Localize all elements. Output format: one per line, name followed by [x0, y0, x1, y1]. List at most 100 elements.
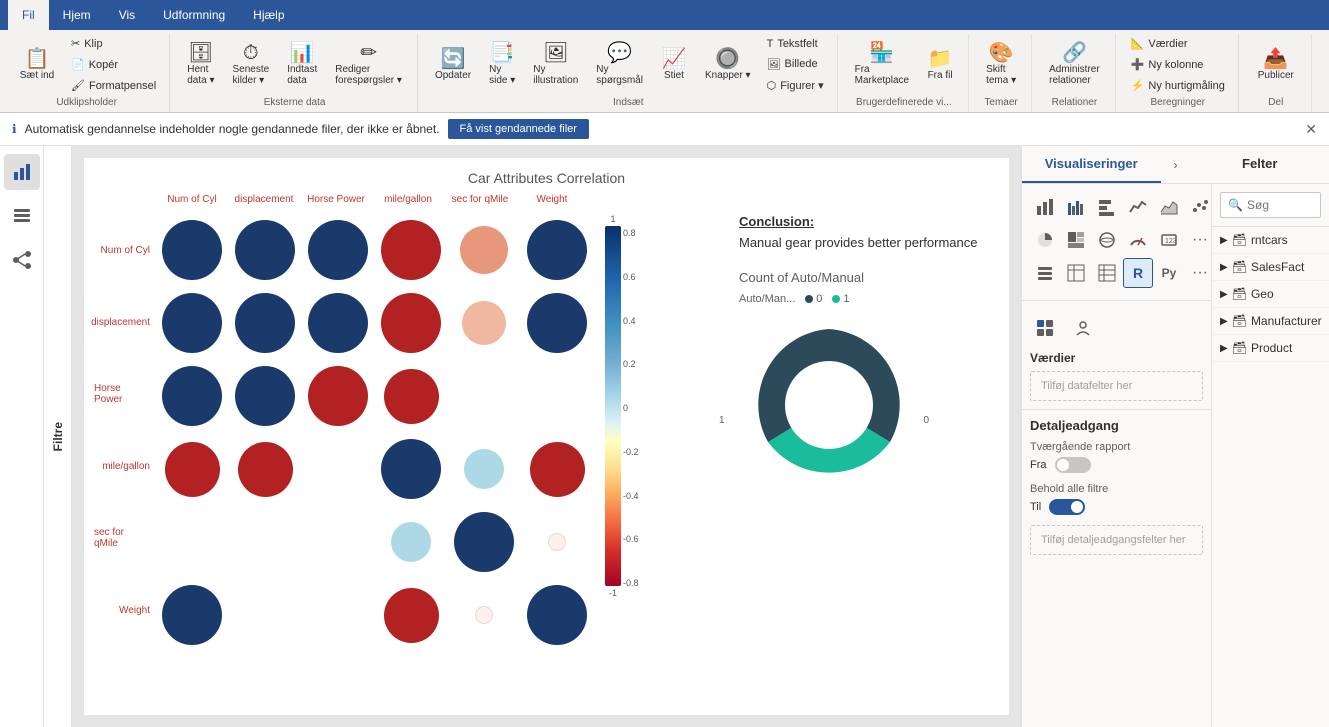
conclusion-block: Conclusion: Manual gear provides better … [739, 214, 979, 250]
ny-side-button[interactable]: 📑 Nyside ▾ [482, 40, 522, 89]
viz-stacked-bar[interactable] [1030, 192, 1060, 222]
tab-felter[interactable]: Felter [1191, 146, 1329, 183]
viz-area-chart[interactable] [1154, 192, 1184, 222]
viz-bar-chart[interactable] [1092, 192, 1122, 222]
viz-gauge[interactable] [1123, 225, 1153, 255]
publicer-icon: 📤 [1263, 49, 1288, 69]
field-group-salesfact-header[interactable]: ▶ 🗃 SalesFact [1212, 254, 1329, 280]
fields-search-container: 🔍 [1212, 184, 1329, 227]
viz-card[interactable]: 123 [1154, 225, 1184, 255]
cell-1-0 [156, 287, 228, 359]
cell-4-3 [375, 506, 447, 578]
billede-button[interactable]: 🖼 Billede [762, 55, 829, 74]
seneste-kilder-button[interactable]: ⏱ Senestekilder ▾ [226, 40, 277, 89]
temaer-content: 🎨 Skifttema ▾ [979, 34, 1023, 95]
field-group-geo-label: Geo [1251, 287, 1274, 301]
indtast-data-button[interactable]: 📊 Indtastdata [280, 40, 324, 89]
stiet-button[interactable]: 📈 Stiet [654, 46, 694, 84]
saet-ind-icon: 📋 [25, 49, 50, 69]
ribbon-group-indsaet: 🔄 Opdater 📑 Nyside ▾ 🖼 Nyillustration 💬 … [420, 34, 838, 112]
model-view-icon[interactable] [4, 242, 40, 278]
table-icon-product: 🗃 [1232, 341, 1247, 355]
viz-map[interactable] [1092, 225, 1122, 255]
field-group-rntcars-header[interactable]: ▶ 🗃 rntcars [1212, 227, 1329, 253]
viz-scatter[interactable] [1185, 192, 1212, 222]
cell-1-2 [302, 287, 374, 359]
hent-data-icon: 🗄 [188, 43, 213, 63]
tab-vis[interactable]: Vis [105, 0, 149, 30]
viz-more2[interactable]: ··· [1185, 258, 1212, 288]
ribbon: 📋 Sæt ind ✂Klip 📄Kopér 🖌Formatpensel Udk… [0, 30, 1329, 113]
notification-action-button[interactable]: Få vist gendannede filer [448, 119, 589, 139]
ny-illustration-button[interactable]: 🖼 Nyillustration [526, 40, 585, 89]
viz-treemap[interactable] [1061, 225, 1091, 255]
fra-marketplace-button[interactable]: 🏪 FraMarketplace [848, 40, 916, 89]
viz-table[interactable] [1061, 258, 1091, 288]
tekstfelt-icon: T [767, 38, 774, 50]
administrer-relationer-button[interactable]: 🔗 Administrerrelationer [1042, 40, 1107, 89]
opdater-button[interactable]: 🔄 Opdater [428, 46, 478, 84]
field-group-manufacturer-header[interactable]: ▶ 🗃 Manufacturer [1212, 308, 1329, 334]
viz-python[interactable]: Py [1154, 258, 1184, 288]
viz-pie[interactable] [1030, 225, 1060, 255]
drillthrough-drop-zone[interactable]: Tilføj detaljeadgangsfelter her [1030, 525, 1203, 555]
build-visual-icons [1022, 305, 1211, 351]
fra-fil-icon: 📁 [928, 49, 953, 69]
viz-custom-R[interactable]: R [1123, 258, 1153, 288]
data-view-icon[interactable] [4, 198, 40, 234]
filtre-panel[interactable]: Filtre [44, 146, 72, 727]
ny-maaling-icon: 📐 [1131, 37, 1145, 50]
tab-hjem[interactable]: Hjem [49, 0, 105, 30]
fields-icon[interactable] [1030, 313, 1060, 343]
tekstfelt-button[interactable]: T Tekstfelt [762, 35, 829, 53]
field-group-geo-header[interactable]: ▶ 🗃 Geo [1212, 281, 1329, 307]
viz-slicer[interactable] [1030, 258, 1060, 288]
field-group-product-label: Product [1251, 341, 1292, 355]
tab-hjaelp[interactable]: Hjælp [239, 0, 298, 30]
publicer-button[interactable]: 📤 Publicer [1249, 46, 1303, 84]
format-icon[interactable] [1068, 313, 1098, 343]
klip-button[interactable]: ✂Klip [66, 34, 161, 53]
kopier-button[interactable]: 📄Kopér [66, 55, 161, 74]
cell-0-3 [375, 214, 447, 286]
report-view-icon[interactable] [4, 154, 40, 190]
ny-kolonne-button[interactable]: ➕ Ny kolonne [1126, 55, 1230, 74]
field-group-product-header[interactable]: ▶ 🗃 Product [1212, 335, 1329, 361]
row-labels: Num of Cyl displacement Horse Power mile… [94, 214, 156, 651]
fra-fil-button[interactable]: 📁 Fra fil [920, 46, 960, 84]
tab-udformning[interactable]: Udformning [149, 0, 239, 30]
stiet-icon: 📈 [662, 49, 687, 69]
legend-dot-0 [805, 295, 813, 303]
cross-report-toggle[interactable] [1055, 457, 1091, 473]
legend-item-1: 1 [832, 293, 849, 305]
knapper-button[interactable]: 🔘 Knapper ▾ [698, 46, 758, 84]
beregninger-stack: 📐Værdier ➕ Ny kolonne ⚡ Ny hurtigmåling [1126, 34, 1230, 95]
brugerdefinerede-label: Brugerdefinerede vi... [856, 97, 952, 108]
viz-line-chart[interactable] [1123, 192, 1153, 222]
skift-tema-button[interactable]: 🎨 Skifttema ▾ [979, 40, 1023, 89]
viz-more[interactable]: ··· [1185, 225, 1212, 255]
figurer-icon: ⬡ [767, 79, 777, 92]
panel-expand-icon[interactable]: › [1161, 146, 1191, 183]
ny-spoergsmaal-button[interactable]: 💬 Nyspørgsmål [589, 40, 650, 89]
ny-maaling-button[interactable]: 📐Værdier [1126, 34, 1230, 53]
cross-report-label: Tværgående rapport [1030, 441, 1203, 453]
cell-1-3 [375, 287, 447, 359]
keep-filters-toggle[interactable] [1049, 499, 1085, 515]
viz-matrix[interactable] [1092, 258, 1122, 288]
viz-grouped-bar[interactable] [1061, 192, 1091, 222]
row-label-2: Horse Power [94, 358, 156, 430]
values-drop-zone[interactable]: Tilføj datafelter her [1030, 371, 1203, 401]
kopier-icon: 📄 [71, 58, 85, 71]
rediger-button[interactable]: ✏ Redigerforespørgsler ▾ [328, 40, 409, 89]
formatpensel-button[interactable]: 🖌Formatpensel [66, 76, 161, 95]
legend-label-0: 0 [816, 293, 822, 305]
notification-close-button[interactable]: ✕ [1305, 121, 1317, 138]
figurer-button[interactable]: ⬡ Figurer ▾ [762, 76, 829, 95]
tab-visualiseringer[interactable]: Visualiseringer [1022, 146, 1161, 183]
administrer-icon: 🔗 [1062, 43, 1087, 63]
ny-hurtigmaaling-button[interactable]: ⚡ Ny hurtigmåling [1126, 76, 1230, 95]
saet-ind-button[interactable]: 📋 Sæt ind [12, 37, 62, 93]
hent-data-button[interactable]: 🗄 Hentdata ▾ [180, 40, 221, 89]
tab-fil[interactable]: Fil [8, 0, 49, 30]
